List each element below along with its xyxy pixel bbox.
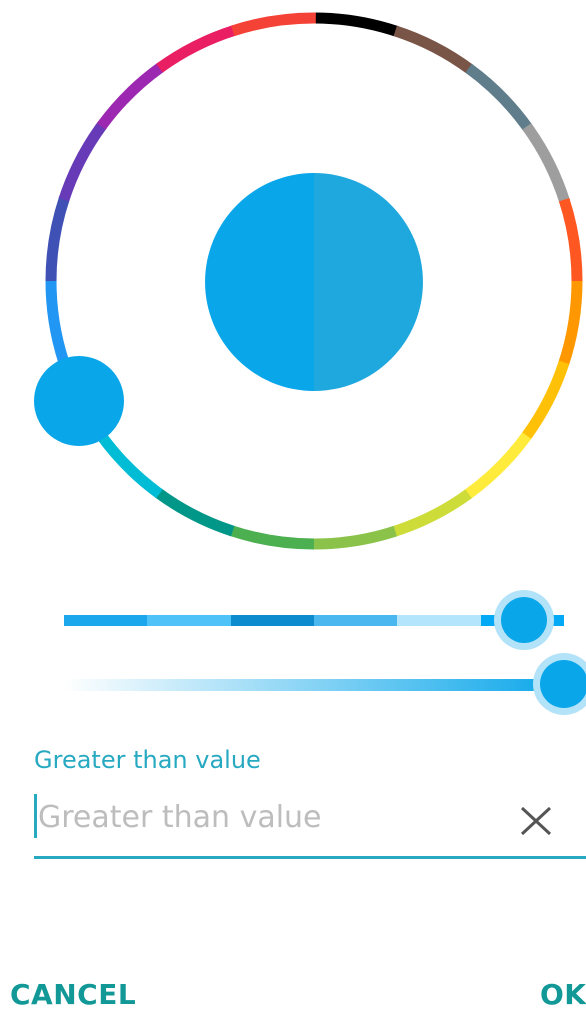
- hue-segment[interactable]: [522, 123, 570, 204]
- color-selector-handle[interactable]: [34, 356, 124, 446]
- opacity-slider[interactable]: [64, 679, 570, 691]
- greater-than-input[interactable]: [34, 790, 508, 844]
- input-underline: [34, 856, 586, 859]
- hue-segment[interactable]: [391, 489, 472, 537]
- hue-segment[interactable]: [95, 430, 163, 499]
- shade-slider[interactable]: [64, 615, 564, 626]
- hue-segment[interactable]: [45, 196, 70, 282]
- hue-segment[interactable]: [558, 280, 583, 366]
- opacity-slider-handle-inner: [540, 660, 586, 708]
- hue-segment[interactable]: [45, 279, 70, 364]
- hue-segment[interactable]: [313, 12, 399, 37]
- cancel-button[interactable]: CANCEL: [10, 978, 136, 1011]
- hue-segment[interactable]: [58, 121, 107, 202]
- shade-segment[interactable]: [313, 615, 398, 626]
- color-wheel[interactable]: [0, 0, 586, 560]
- shade-segment[interactable]: [397, 615, 481, 626]
- shade-segment[interactable]: [230, 615, 314, 626]
- hue-segment[interactable]: [558, 198, 583, 283]
- hue-segment[interactable]: [312, 525, 397, 550]
- hue-segment[interactable]: [229, 525, 315, 550]
- hue-segment[interactable]: [156, 25, 237, 73]
- shade-segment[interactable]: [64, 615, 148, 626]
- text-cursor: [34, 794, 37, 838]
- hue-segment[interactable]: [154, 488, 235, 537]
- hue-segment[interactable]: [463, 432, 532, 500]
- shade-slider-handle-inner: [501, 597, 547, 643]
- shade-slider-handle[interactable]: [494, 590, 554, 650]
- ok-button[interactable]: OK: [540, 978, 586, 1011]
- shade-segment[interactable]: [147, 615, 231, 626]
- hue-segment[interactable]: [465, 63, 533, 132]
- preview-old-color: [205, 173, 314, 391]
- hue-segment[interactable]: [393, 25, 474, 74]
- input-label: Greater than value: [34, 746, 261, 774]
- close-icon: [520, 806, 552, 836]
- hue-segment[interactable]: [231, 12, 316, 37]
- preview-new-color: [314, 173, 423, 391]
- hue-segment[interactable]: [96, 62, 165, 130]
- opacity-slider-handle[interactable]: [533, 653, 586, 715]
- hue-segment[interactable]: [521, 360, 570, 441]
- clear-input-button[interactable]: [512, 796, 560, 844]
